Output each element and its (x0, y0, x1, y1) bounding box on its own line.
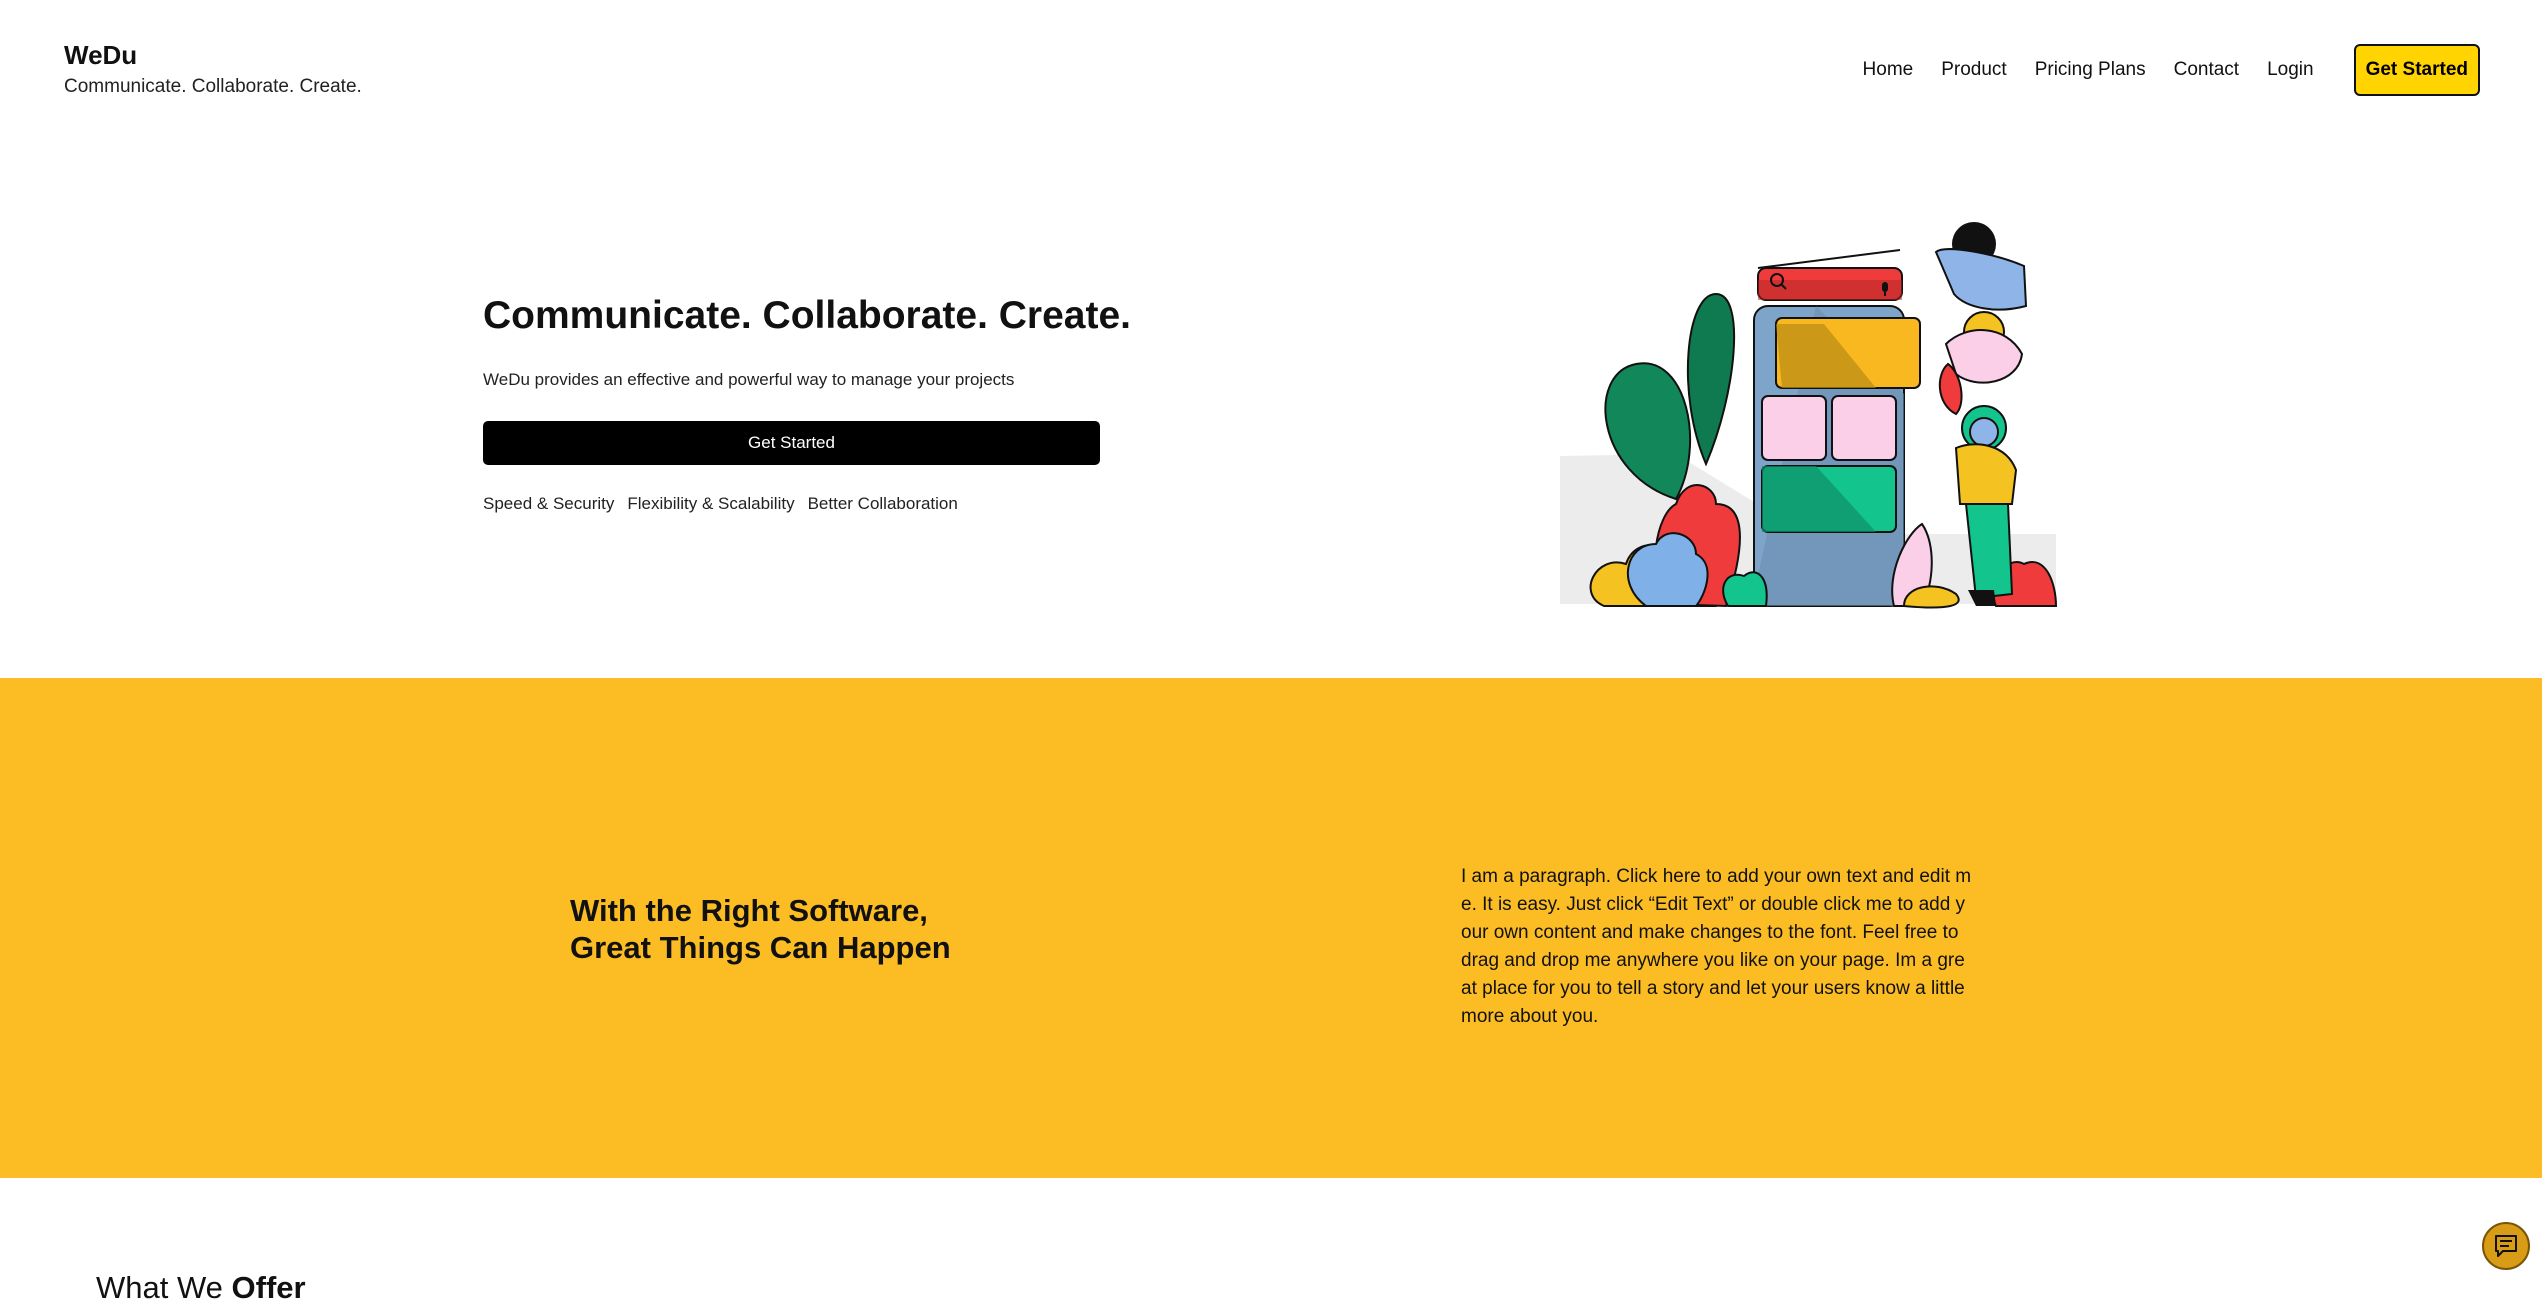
nav-pricing-plans[interactable]: Pricing Plans (2035, 56, 2146, 84)
offer-heading-prefix: What We (96, 1270, 232, 1305)
band-title: With the Right Software, Great Things Ca… (570, 892, 990, 966)
feature-flexibility-scalability: Flexibility & Scalability (627, 494, 795, 513)
brand-name: WeDu (64, 40, 138, 70)
hero-title: Communicate. Collaborate. Create. (483, 294, 1131, 337)
brand-tagline: Communicate. Collaborate. Create. (64, 76, 362, 97)
feature-list: Speed & Security Flexibility & Scalabili… (483, 494, 971, 514)
nav-product[interactable]: Product (1941, 56, 2006, 84)
offer-section-heading: What We Offer (96, 1268, 306, 1308)
feature-speed-security: Speed & Security (483, 494, 615, 513)
band-paragraph: I am a paragraph. Click here to add your… (1461, 866, 1972, 1027)
nav-home[interactable]: Home (1863, 56, 1914, 84)
nav-contact[interactable]: Contact (2174, 56, 2239, 84)
brand[interactable]: WeDu Communicate. Collaborate. Create. (64, 38, 362, 100)
main-nav: Home Product Pricing Plans Contact Login… (1863, 44, 2480, 96)
chat-icon (2495, 1235, 2517, 1257)
offer-heading-bold: Offer (231, 1270, 306, 1305)
feature-better-collaboration: Better Collaboration (807, 494, 958, 513)
header-get-started-button[interactable]: Get Started (2353, 44, 2480, 96)
chat-button[interactable] (2482, 1222, 2530, 1270)
band-title-line2: Great Things Can Happen (570, 930, 951, 965)
hero-subtitle: WeDu provides an effective and powerful … (483, 370, 1015, 389)
nav-login[interactable]: Login (2267, 56, 2314, 84)
feature-band: With the Right Software, Great Things Ca… (0, 678, 2542, 1178)
band-title-line1: With the Right Software, (570, 893, 928, 928)
hero-illustration (1560, 222, 2058, 609)
hero-get-started-button[interactable]: Get Started (483, 421, 1100, 465)
